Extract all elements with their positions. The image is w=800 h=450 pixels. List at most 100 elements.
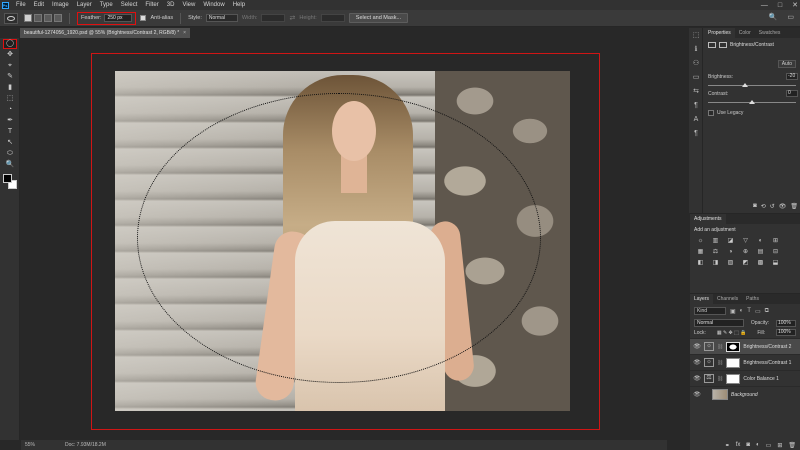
blend-mode-select[interactable]: Normal xyxy=(694,319,744,327)
width-input[interactable] xyxy=(261,14,286,22)
adjustment-preset-icon[interactable]: ⊞ xyxy=(771,237,780,245)
dodge-tool[interactable]: ◔ xyxy=(3,105,17,115)
swap-icon[interactable]: ⇄ xyxy=(289,14,295,22)
paragraph-icon[interactable]: ¶ xyxy=(691,101,701,111)
brightness-slider-track[interactable] xyxy=(708,85,796,86)
tab-properties[interactable]: Properties xyxy=(704,28,735,38)
tab-channels[interactable]: Channels xyxy=(713,294,742,304)
move-tool[interactable]: ✥ xyxy=(3,50,17,60)
character-icon[interactable]: A xyxy=(691,115,701,125)
subtract-from-selection-button[interactable] xyxy=(44,14,52,22)
tool-preset-picker[interactable] xyxy=(4,12,18,24)
new-selection-button[interactable] xyxy=(24,14,32,22)
adjustment-preset-icon[interactable]: ▩ xyxy=(756,259,765,267)
adjustment-preset-icon[interactable]: ⊕ xyxy=(741,248,750,256)
add-mask-icon[interactable]: ◙ xyxy=(746,442,750,448)
new-adjustment-icon[interactable]: ◐ xyxy=(756,442,760,448)
layer-mask-thumbnail[interactable] xyxy=(726,373,741,384)
adjustment-preset-icon[interactable]: ▥ xyxy=(711,237,720,245)
eraser-tool[interactable]: ⬚ xyxy=(3,94,17,104)
link-icon[interactable]: ⛓ xyxy=(717,360,723,366)
add-to-selection-button[interactable] xyxy=(34,14,42,22)
tab-adjustments[interactable]: Adjustments xyxy=(690,214,726,224)
adjustment-preset-icon[interactable]: ◧ xyxy=(696,259,705,267)
menu-window[interactable]: Window xyxy=(199,0,228,10)
menu-filter[interactable]: Filter xyxy=(141,0,162,10)
libraries-icon[interactable]: ⚇ xyxy=(691,59,701,69)
eye-icon[interactable]: 👁 xyxy=(693,343,701,350)
anti-alias-checkbox[interactable] xyxy=(140,15,147,21)
adjustment-preset-icon[interactable]: ⚖ xyxy=(711,248,720,256)
zoom-tool[interactable]: 🔍 xyxy=(3,160,17,170)
menu-select[interactable]: Select xyxy=(117,0,142,10)
shape-filter-icon[interactable]: ▭ xyxy=(755,308,761,315)
menu-view[interactable]: View xyxy=(178,0,199,10)
brush-tool[interactable]: ✎ xyxy=(3,72,17,82)
mask-icon[interactable] xyxy=(719,42,727,48)
menu-file[interactable]: File xyxy=(12,0,30,10)
lock-icons[interactable]: ▦ ✎ ✥ ⬚ 🔒 xyxy=(717,330,747,336)
adjustment-preset-icon[interactable]: ▽ xyxy=(741,237,750,245)
minimize-icon[interactable]: — xyxy=(761,2,768,9)
fill-input[interactable]: 100% xyxy=(775,329,796,336)
elliptical-selection-marquee[interactable] xyxy=(137,93,541,383)
height-input[interactable] xyxy=(320,14,345,22)
elliptical-marquee-tool[interactable]: ◯ xyxy=(3,39,17,49)
adjustment-preset-icon[interactable]: ◑ xyxy=(726,248,735,256)
visibility-icon[interactable]: 👁 xyxy=(779,203,787,210)
workspace-icon[interactable]: ▭ xyxy=(787,13,794,21)
menu-image[interactable]: Image xyxy=(48,0,73,10)
view-previous-icon[interactable]: ⟲ xyxy=(761,203,766,210)
type-filter-icon[interactable]: T xyxy=(747,308,751,315)
type-tool[interactable]: T xyxy=(3,127,17,137)
adjustment-preset-icon[interactable]: ▨ xyxy=(726,259,735,267)
photo-canvas[interactable] xyxy=(115,71,570,411)
search-icon[interactable]: 🔍 xyxy=(769,13,778,21)
use-legacy-checkbox[interactable] xyxy=(708,110,714,116)
foreground-color-swatch[interactable] xyxy=(3,174,12,183)
menu-edit[interactable]: Edit xyxy=(30,0,48,10)
adjustment-preset-icon[interactable]: ⊟ xyxy=(771,248,780,256)
document-size[interactable]: Doc: 7.93M/18.2M xyxy=(65,442,106,448)
zoom-level[interactable]: 55% xyxy=(25,442,35,448)
healing-tool[interactable]: ⌖ xyxy=(3,61,17,71)
paragraph-styles-icon[interactable]: ¶ xyxy=(691,129,701,139)
layer-mask-thumbnail[interactable] xyxy=(726,341,741,352)
layer-background[interactable]: 👁 Background xyxy=(690,386,800,402)
delete-layer-icon[interactable]: 🗑 xyxy=(788,442,796,449)
adjustment-preset-icon[interactable]: ▦ xyxy=(696,248,705,256)
tab-layers[interactable]: Layers xyxy=(690,294,714,304)
adjustment-preset-icon[interactable]: ◨ xyxy=(711,259,720,267)
navigator-icon[interactable]: ▭ xyxy=(691,73,701,83)
tab-color[interactable]: Color xyxy=(735,28,755,38)
canvas-area[interactable] xyxy=(21,38,667,440)
use-legacy-option[interactable]: Use Legacy xyxy=(708,110,743,116)
contrast-value-input[interactable]: 0 xyxy=(786,90,798,97)
select-and-mask-button[interactable]: Select and Mask... xyxy=(348,13,409,23)
tab-paths[interactable]: Paths xyxy=(742,294,763,304)
path-selection-tool[interactable]: ↖ xyxy=(3,138,17,148)
stamp-tool[interactable]: ▮ xyxy=(3,83,17,93)
link-icon[interactable]: ⛓ xyxy=(717,376,723,382)
brightness-value-input[interactable]: -20 xyxy=(786,73,798,80)
actions-icon[interactable]: ⇆ xyxy=(691,87,701,97)
style-select[interactable]: Normal xyxy=(205,14,238,22)
adjustment-preset-icon[interactable]: ◐ xyxy=(756,237,765,245)
pen-tool[interactable]: ✒ xyxy=(3,116,17,126)
tab-swatches[interactable]: Swatches xyxy=(755,28,785,38)
delete-icon[interactable]: 🗑 xyxy=(790,203,798,210)
adjustment-preset-icon[interactable]: ⬓ xyxy=(771,259,780,267)
close-icon[interactable]: ✕ xyxy=(792,1,798,9)
info-icon[interactable]: ℹ xyxy=(691,45,701,55)
contrast-slider-thumb[interactable] xyxy=(749,100,755,104)
shape-tool[interactable]: ⬭ xyxy=(3,149,17,159)
document-tab[interactable]: beautiful-1274056_1920.psd @ 55% (Bright… xyxy=(20,28,191,38)
auto-button[interactable]: Auto xyxy=(777,60,796,68)
adjustment-filter-icon[interactable]: ◐ xyxy=(740,308,744,315)
history-icon[interactable]: ⬚ xyxy=(691,31,701,41)
opacity-input[interactable]: 100% xyxy=(776,319,796,327)
smart-filter-icon[interactable]: ⧉ xyxy=(765,308,769,315)
menu-help[interactable]: Help xyxy=(229,0,249,10)
maximize-icon[interactable]: □ xyxy=(778,2,782,9)
clip-to-layer-icon[interactable]: ◙ xyxy=(753,203,757,210)
